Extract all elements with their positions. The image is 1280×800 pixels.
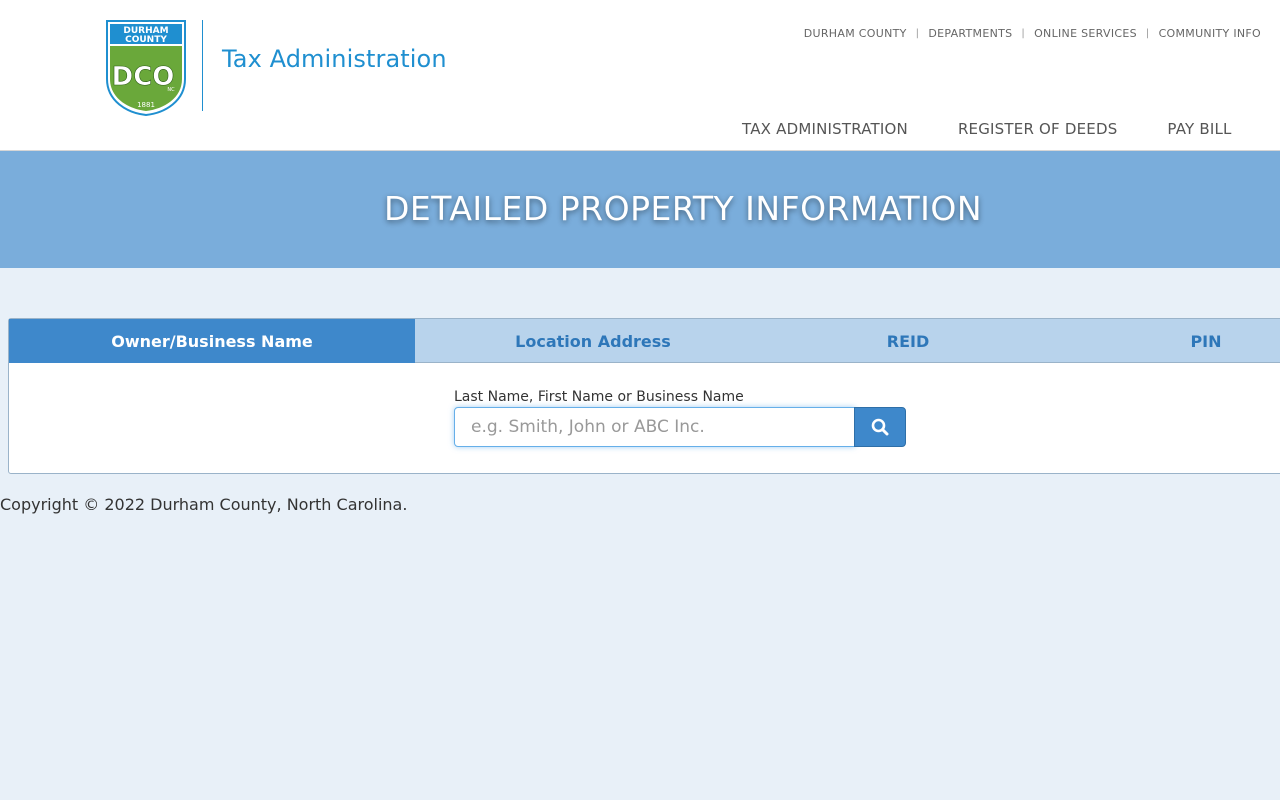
util-nav-departments[interactable]: DEPARTMENTS [928, 27, 1012, 40]
util-nav-online-services[interactable]: ONLINE SERVICES [1034, 27, 1137, 40]
logo-state: NC [167, 87, 175, 93]
util-nav-separator: | [1021, 28, 1026, 39]
search-button[interactable] [854, 407, 906, 447]
tab-pin[interactable]: PIN [1045, 319, 1280, 363]
main-nav-register-of-deeds[interactable]: REGISTER OF DEEDS [958, 120, 1117, 138]
site-title[interactable]: Tax Administration [222, 45, 447, 73]
search-tabs: Owner/Business Name Location Address REI… [9, 319, 1280, 363]
tab-owner-business-name[interactable]: Owner/Business Name [9, 319, 415, 363]
util-nav-durham-county[interactable]: DURHAM COUNTY [804, 27, 907, 40]
logo-divider [202, 20, 203, 111]
tab-location-address[interactable]: Location Address [415, 319, 771, 363]
copyright-footer: Copyright © 2022 Durham County, North Ca… [0, 495, 408, 514]
utility-nav: DURHAM COUNTY | DEPARTMENTS | ONLINE SER… [804, 27, 1261, 40]
util-nav-separator: | [1145, 28, 1150, 39]
util-nav-separator: | [915, 28, 920, 39]
util-nav-community-info[interactable]: COMMUNITY INFO [1159, 27, 1261, 40]
site-header: DURHAM COUNTY DCO NC 1881 Tax Administra… [0, 0, 1280, 151]
main-nav: TAX ADMINISTRATION REGISTER OF DEEDS PAY… [742, 120, 1232, 138]
search-icon [871, 418, 889, 436]
durham-county-logo[interactable]: DURHAM COUNTY DCO NC 1881 [105, 19, 187, 116]
page-banner: DETAILED PROPERTY INFORMATION [0, 151, 1280, 268]
logo-year: 1881 [137, 101, 155, 109]
search-input[interactable] [454, 407, 855, 447]
logo-monogram: DCO [112, 62, 175, 92]
logo-county-line2: COUNTY [125, 35, 167, 45]
search-field-label: Last Name, First Name or Business Name [454, 389, 744, 405]
tab-reid[interactable]: REID [771, 319, 1045, 363]
main-nav-tax-administration[interactable]: TAX ADMINISTRATION [742, 120, 908, 138]
page-title: DETAILED PROPERTY INFORMATION [383, 189, 983, 228]
main-nav-pay-bill[interactable]: PAY BILL [1167, 120, 1231, 138]
search-panel: Owner/Business Name Location Address REI… [8, 318, 1280, 474]
